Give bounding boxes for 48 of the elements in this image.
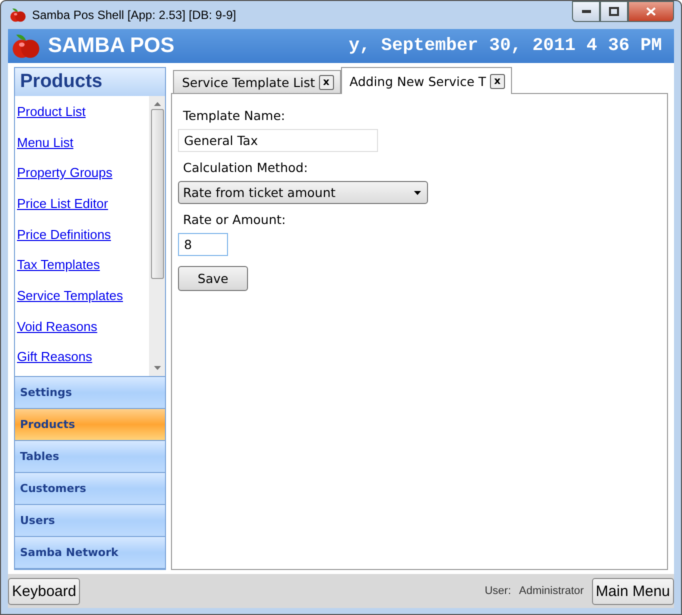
calculation-method-dropdown[interactable]: Rate from ticket amount [178, 181, 428, 204]
sidebar-link[interactable]: Tax Templates [17, 249, 149, 280]
brand-title: SAMBA POS [48, 34, 176, 58]
rate-field[interactable]: 8 [178, 233, 228, 256]
nav-section[interactable]: Users [15, 505, 165, 537]
nav-section[interactable]: Samba Network [15, 537, 165, 569]
tab-label: Service Template List [182, 74, 316, 90]
sidebar-link[interactable]: Service Templates [17, 280, 149, 311]
sidebar-link[interactable]: Price List Editor [17, 188, 149, 219]
sidebar-link[interactable]: Void Reasons [17, 310, 149, 342]
nav-section[interactable]: Tables [15, 441, 165, 473]
nav-section[interactable]: Settings [15, 377, 165, 409]
tab[interactable]: Adding New Service T x [340, 67, 512, 94]
scroll-up-icon [154, 102, 160, 106]
sidebar-title: Products [15, 68, 165, 96]
apple-icon [10, 7, 26, 23]
tab[interactable]: Service Template List x [173, 70, 340, 93]
close-button[interactable] [628, 1, 674, 22]
caret-icon [414, 190, 421, 194]
sidebar-link[interactable]: Gift Reasons [17, 342, 149, 372]
maximize-icon [609, 7, 619, 16]
template-name-field[interactable]: General Tax [178, 129, 378, 152]
sidebar-link[interactable]: Property Groups [17, 157, 149, 188]
tab-close-button[interactable]: x [490, 74, 505, 88]
window-title: Samba Pos Shell [App: 2.53] [DB: 9-9] [32, 8, 238, 22]
sidebar-link[interactable]: Product List [17, 96, 149, 127]
scroll-down-icon [154, 366, 160, 370]
tab-close-button[interactable]: x [319, 74, 334, 90]
date-time: y, September 30, 2011 4 36 PM [348, 36, 662, 56]
field-label: Template Name: [182, 108, 286, 123]
maximize-button[interactable] [600, 1, 628, 22]
sidebar-link[interactable]: Price Definitions [17, 218, 149, 250]
save-button[interactable]: Save [178, 266, 248, 291]
scrollbar[interactable] [149, 96, 165, 376]
nav-section[interactable]: Customers [15, 473, 165, 505]
user-name: Administrator [519, 585, 584, 597]
main-menu-button[interactable]: Main Menu [592, 578, 674, 604]
keyboard-button[interactable]: Keyboard [8, 578, 80, 604]
apple-logo-icon [12, 32, 40, 60]
minimize-icon [582, 10, 590, 13]
field-label: Calculation Method: [182, 160, 309, 175]
sidebar-link[interactable]: Menu List [17, 126, 149, 158]
close-icon [646, 7, 656, 16]
field-label: Rate or Amount: [182, 212, 287, 227]
minimize-button[interactable] [572, 1, 600, 22]
user-label: User: [484, 585, 511, 597]
nav-section[interactable]: Products [15, 409, 165, 441]
tab-label: Adding New Service T [350, 74, 486, 88]
